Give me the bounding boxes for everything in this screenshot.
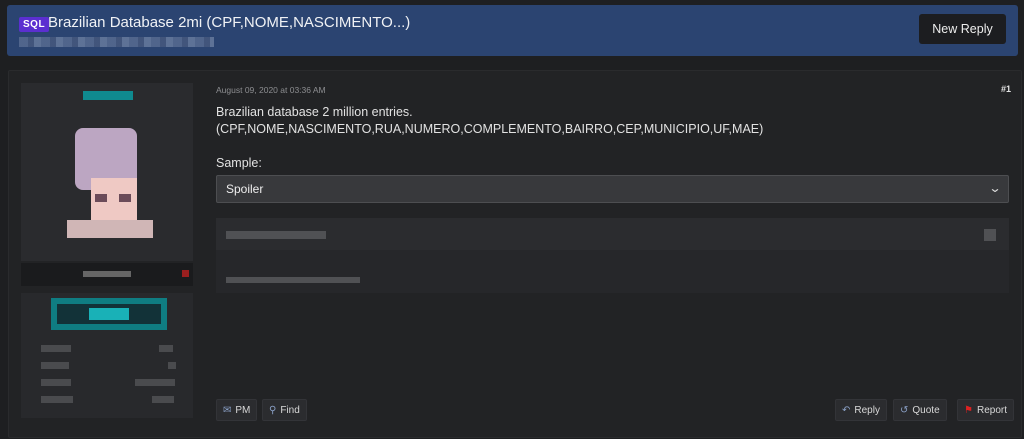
hidden-content-block	[216, 218, 1009, 293]
thread-prefix-badge: SQL	[19, 17, 50, 32]
report-button[interactable]: ⚑ Report	[957, 399, 1014, 421]
author-panel	[21, 83, 193, 418]
post-content: August 09, 2020 at 03:36 AM #1 Brazilian…	[216, 71, 1014, 437]
quote-label: Quote	[912, 404, 940, 416]
stat-value	[135, 379, 175, 386]
reply-button[interactable]: ↶ Reply	[835, 399, 887, 421]
pm-button[interactable]: ✉ PM	[216, 399, 258, 421]
thread-header: SQL Brazilian Database 2mi (CPF,NOME,NAS…	[7, 5, 1018, 56]
reply-label: Reply	[854, 404, 880, 416]
post-number-link[interactable]: #1	[1001, 84, 1011, 94]
author-username-row	[21, 263, 193, 286]
author-username-blurred[interactable]	[83, 271, 131, 277]
blurred-text	[226, 231, 326, 239]
author-userbar	[51, 298, 167, 330]
spoiler-toggle[interactable]: Spoiler ⌄	[216, 175, 1009, 203]
quote-button[interactable]: ↺ Quote	[893, 399, 947, 421]
report-label: Report	[976, 404, 1007, 416]
spoiler-label: Spoiler	[226, 182, 264, 196]
new-reply-button[interactable]: New Reply	[919, 14, 1006, 44]
post: August 09, 2020 at 03:36 AM #1 Brazilian…	[8, 70, 1022, 438]
author-rank-bar	[83, 91, 133, 100]
reply-icon: ↶	[842, 404, 851, 416]
author-avatar-box	[21, 83, 193, 261]
stat-label	[41, 345, 71, 352]
post-date: August 09, 2020 at 03:36 AM	[216, 85, 326, 95]
quote-icon: ↺	[900, 404, 909, 416]
post-message-line: Brazilian database 2 million entries.	[216, 105, 413, 119]
pm-icon: ✉	[223, 404, 232, 416]
thread-meta-blurred	[19, 37, 214, 47]
stat-value	[168, 362, 176, 369]
thread-title: Brazilian Database 2mi (CPF,NOME,NASCIME…	[48, 14, 411, 31]
blurred-icon	[984, 229, 996, 241]
pm-label: PM	[235, 404, 251, 416]
avatar[interactable]	[65, 128, 155, 238]
flag-icon: ⚑	[964, 404, 973, 416]
search-icon: ⚲	[269, 404, 277, 416]
sample-label: Sample:	[216, 156, 262, 170]
stat-label	[41, 362, 69, 369]
stat-label	[41, 396, 73, 403]
offline-status-icon	[182, 270, 189, 277]
find-button[interactable]: ⚲ Find	[262, 399, 307, 421]
blurred-text	[226, 277, 360, 283]
stat-value	[159, 345, 173, 352]
hidden-content-header	[216, 218, 1009, 250]
stat-value	[152, 396, 174, 403]
chevron-down-icon: ⌄	[988, 181, 1002, 195]
post-message: Brazilian database 2 million entries. (C…	[216, 104, 763, 138]
post-message-line: (CPF,NOME,NASCIMENTO,RUA,NUMERO,COMPLEME…	[216, 122, 764, 136]
author-stats	[21, 293, 193, 418]
find-label: Find	[280, 404, 300, 416]
stat-label	[41, 379, 71, 386]
